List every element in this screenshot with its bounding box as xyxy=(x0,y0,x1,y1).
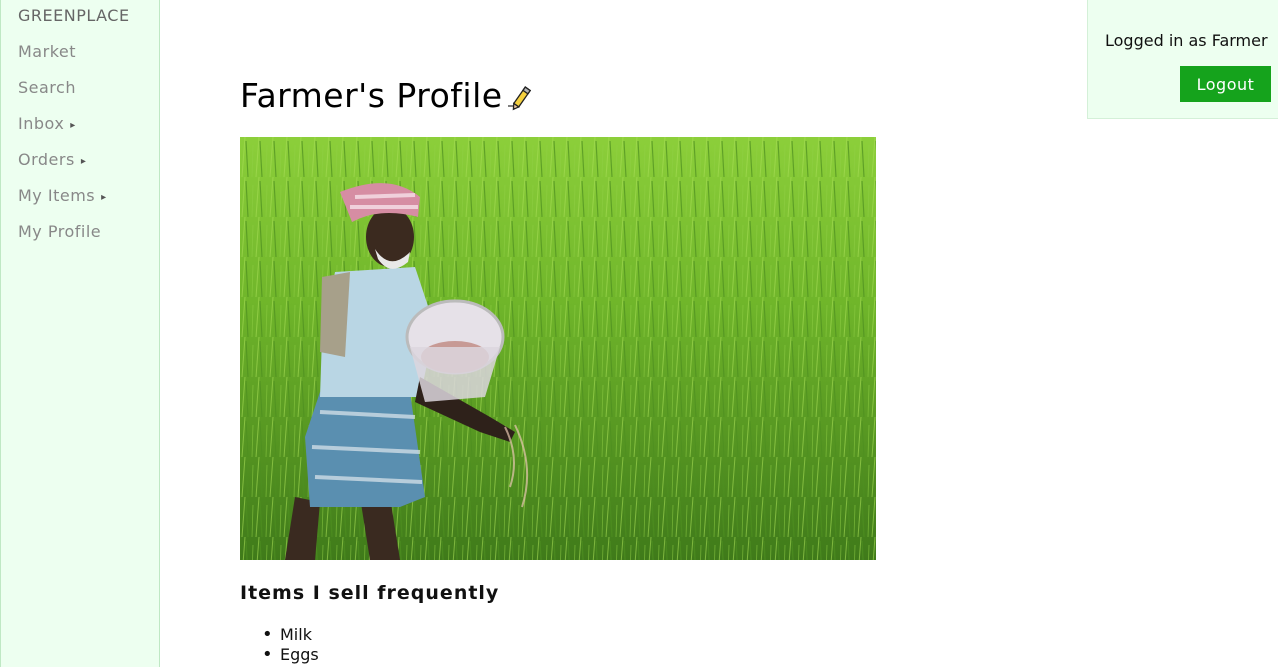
list-item: Milk xyxy=(262,625,319,645)
sidebar-item-label: My Profile xyxy=(18,222,102,241)
sidebar-item-label: Inbox xyxy=(18,114,65,133)
profile-photo xyxy=(240,137,876,560)
sidebar-item-inbox[interactable]: Inbox ▸ xyxy=(18,114,76,133)
logout-button[interactable]: Logout xyxy=(1180,66,1271,102)
sidebar-item-my-items[interactable]: My Items ▸ xyxy=(18,186,107,205)
list-item: Eggs xyxy=(262,645,319,665)
page-title: Farmer's Profile xyxy=(240,76,503,115)
expand-arrow-icon: ▸ xyxy=(80,156,87,167)
items-heading: Items I sell frequently xyxy=(240,582,500,604)
login-status: Logged in as Farmer xyxy=(1105,31,1268,50)
sidebar-item-label: Search xyxy=(18,78,76,97)
expand-arrow-icon: ▸ xyxy=(70,120,76,131)
sidebar-item-search[interactable]: Search xyxy=(18,78,76,97)
brand-logo[interactable]: GREENPLACE xyxy=(18,6,130,25)
expand-arrow-icon: ▸ xyxy=(101,192,107,203)
sidebar-item-label: Market xyxy=(18,42,76,61)
sidebar-item-orders[interactable]: Orders ▸ xyxy=(18,150,86,169)
user-panel: Logged in as Farmer Logout xyxy=(1087,0,1278,119)
sidebar-item-my-profile[interactable]: My Profile xyxy=(18,222,101,241)
sidebar-item-label: My Items xyxy=(18,186,96,205)
sidebar-item-market[interactable]: Market xyxy=(18,42,76,61)
sidebar-item-label: Orders xyxy=(18,150,75,169)
items-list: Milk Eggs xyxy=(262,625,319,665)
sidebar: GREENPLACE Market Search Inbox ▸ Orders ▸ … xyxy=(0,0,160,667)
pencil-icon[interactable] xyxy=(506,83,536,111)
